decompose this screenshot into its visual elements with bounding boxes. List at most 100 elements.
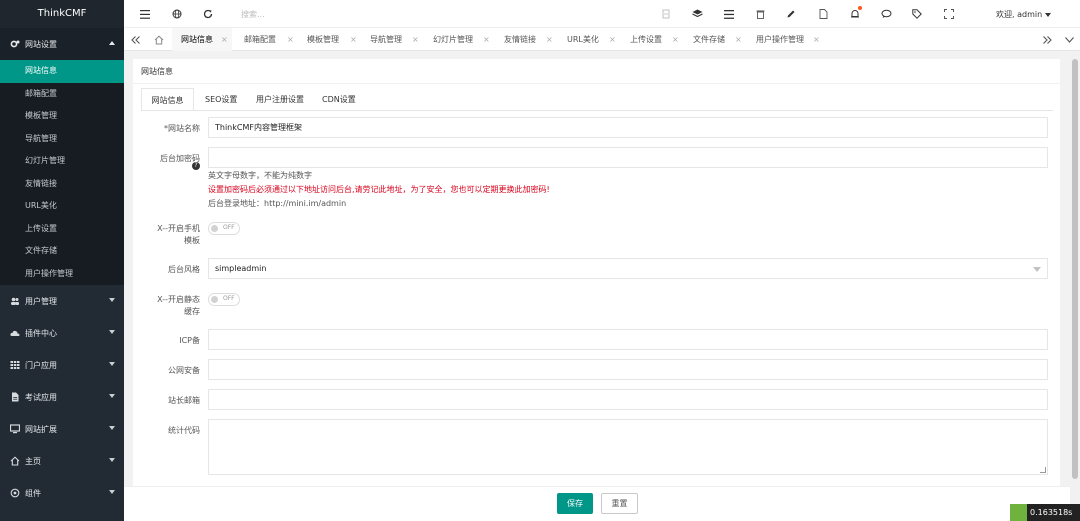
divider [133,83,1060,84]
divider [141,110,1053,111]
sidebar-item-template[interactable]: 模板管理 [0,105,124,128]
close-icon[interactable]: × [672,28,679,51]
form-tab-site-info[interactable]: 网站信息 [141,88,194,111]
password-warning: 设置加密码后必须通过以下地址访问后台,请劳记此地址，为了安全，您也可以定期更换此… [208,185,550,194]
close-icon[interactable]: × [287,28,294,51]
site-name-input[interactable]: ThinkCMF内容管理框架 [208,117,1048,138]
switch-knob [211,225,218,232]
save-button[interactable]: 保存 [557,493,593,514]
police-record-label: 公网安备 [168,366,200,375]
list-icon[interactable] [722,7,736,21]
webmaster-email-label: 站长邮箱 [168,396,200,405]
help-icon[interactable]: ? [192,162,200,170]
close-icon[interactable]: × [412,28,419,51]
debug-timer-value: 0.163518s [1030,508,1073,517]
tabs-next-icon[interactable] [1036,28,1058,51]
tab-storage[interactable]: 文件存储 × [693,28,745,51]
form-tab-register[interactable]: 用户注册设置 [256,88,304,111]
tabs-prev-icon[interactable] [124,28,146,51]
globe-icon[interactable] [170,7,184,21]
tabs-menu-icon[interactable] [1058,28,1080,51]
chevron-down-icon [1045,12,1052,17]
reset-button[interactable]: 重置 [601,493,638,514]
admin-style-label: 后台风格 [168,265,200,274]
trash-icon[interactable] [753,7,767,21]
sidebar-group-label: 考试应用 [25,392,57,402]
form-tab-seo[interactable]: SEO设置 [205,88,237,111]
sidebar-group-extension[interactable]: 网站扩展 [0,413,124,445]
sidebar-group-plugins[interactable]: 插件中心 [0,317,124,349]
app-logo[interactable]: ThinkCMF [0,0,124,28]
menu-toggle-icon[interactable] [138,7,152,21]
switch-knob [211,296,218,303]
document-icon[interactable] [816,7,830,21]
sidebar-group-home[interactable]: 主页 [0,445,124,477]
sidebar-item-site-info[interactable]: 网站信息 [0,60,124,83]
tab-nav[interactable]: 导航管理 × [370,28,422,51]
scrollbar[interactable] [1070,51,1080,521]
sidebar-item-nav[interactable]: 导航管理 [0,128,124,151]
sidebar-item-mail-config[interactable]: 邮箱配置 [0,83,124,106]
icp-input[interactable] [208,329,1048,350]
tab-bar: 网站信息 × 邮箱配置 × 模板管理 × 导航管理 × 幻灯片管理 × 友情链接 × URL… [124,28,1080,51]
mobile-template-switch[interactable]: OFF [208,222,240,235]
close-icon[interactable]: × [483,28,490,51]
tab-links[interactable]: 友情链接 × [504,28,556,51]
sidebar-group-portal[interactable]: 门户应用 [0,349,124,381]
sidebar-group-site-settings[interactable]: 网站设置 [0,28,124,60]
panel-title: 网站信息 [141,67,173,76]
tab-upload[interactable]: 上传设置 × [630,28,682,51]
form-tab-cdn[interactable]: CDN设置 [322,88,356,111]
admin-password-input[interactable] [208,147,1048,168]
tab-template[interactable]: 模板管理 × [307,28,359,51]
tag-icon[interactable] [910,7,924,21]
tab-user-actions[interactable]: 用户操作管理 × [756,28,826,51]
comment-icon[interactable] [879,7,893,21]
user-menu[interactable]: 欢迎, admin [996,9,1052,20]
search-input[interactable]: 搜索... [241,9,265,20]
scrollbar-thumb[interactable] [1072,59,1078,479]
sidebar-group-exam[interactable]: 考试应用 [0,381,124,413]
form-footer [124,486,1070,521]
close-icon[interactable]: × [350,28,357,51]
tab-url[interactable]: URL美化 × [567,28,619,51]
close-icon[interactable]: × [813,28,820,51]
file-icon [10,392,20,402]
resize-handle[interactable] [1040,467,1046,473]
chevron-down-icon [1033,267,1041,272]
sidebar-group-components[interactable]: 组件 [0,477,124,509]
sidebar-item-links[interactable]: 友情链接 [0,173,124,196]
sidebar-item-upload[interactable]: 上传设置 [0,218,124,241]
close-icon[interactable]: × [609,28,616,51]
police-record-input[interactable] [208,359,1048,380]
fullscreen-icon[interactable] [942,7,956,21]
bell-icon[interactable] [848,6,862,21]
webmaster-email-input[interactable] [208,389,1048,410]
debug-timer-badge[interactable]: 0.163518s [1010,504,1080,521]
edit-icon[interactable] [784,7,798,21]
debug-logo-icon [1010,504,1027,521]
icp-label: ICP备 [179,336,200,345]
stats-code-textarea[interactable] [208,419,1048,475]
sidebar-group-label: 网站扩展 [25,424,57,434]
tab-slides[interactable]: 幻灯片管理 × [433,28,493,51]
sidebar-item-user-actions[interactable]: 用户操作管理 [0,263,124,286]
layers-icon[interactable] [690,7,704,21]
sidebar-group-label: 组件 [25,488,41,498]
sidebar-group-label: 插件中心 [25,328,57,338]
sidebar-item-storage[interactable]: 文件存储 [0,240,124,263]
tab-mail-config[interactable]: 邮箱配置 × [244,28,296,51]
close-icon[interactable]: × [735,28,742,51]
sidebar-item-url[interactable]: URL美化 [0,195,124,218]
static-cache-switch[interactable]: OFF [208,293,240,306]
close-icon[interactable]: × [546,28,553,51]
home-tab-icon[interactable] [148,28,170,51]
tab-site-info[interactable]: 网站信息 × [172,28,232,51]
clear-cache-icon[interactable] [659,7,673,21]
gears-icon [10,39,20,49]
close-icon[interactable]: × [221,28,228,51]
refresh-icon[interactable] [201,7,215,21]
sidebar-group-users[interactable]: 用户管理 [0,285,124,317]
admin-style-select[interactable]: simpleadmin [208,258,1048,279]
sidebar-item-slides[interactable]: 幻灯片管理 [0,150,124,173]
